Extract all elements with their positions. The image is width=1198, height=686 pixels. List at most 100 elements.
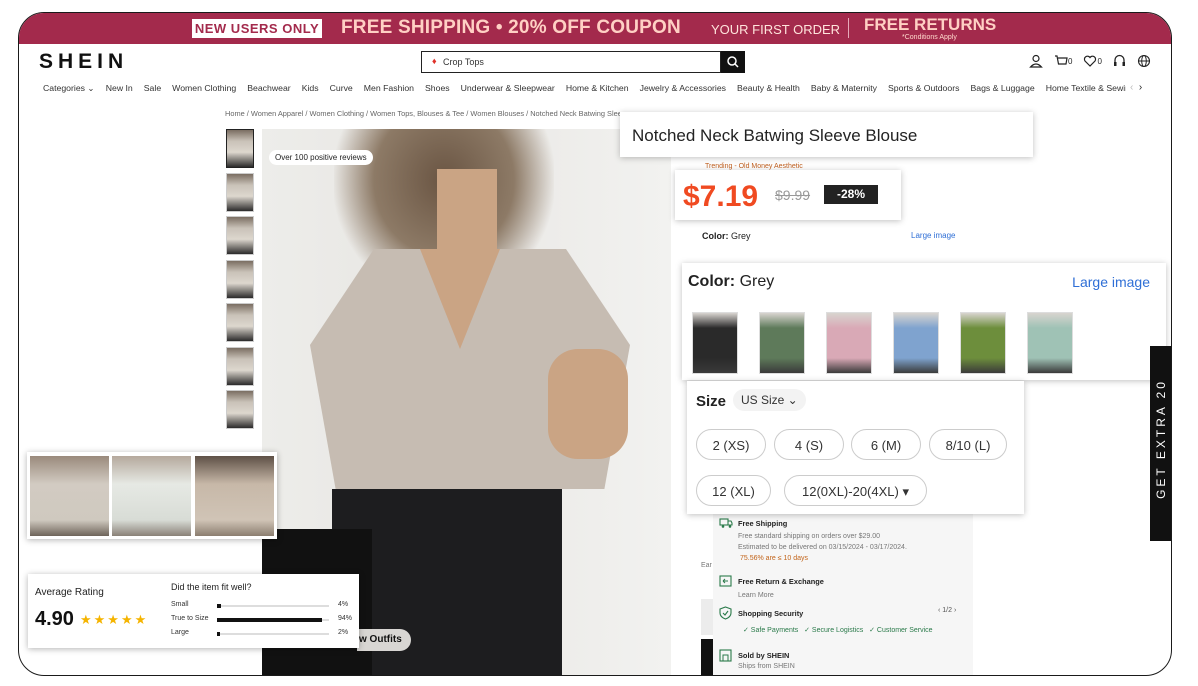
security-title[interactable]: Shopping Security	[738, 609, 803, 618]
rating-callout: Average Rating 4.90 ★★★★★ Did the item f…	[28, 574, 359, 648]
nav-item[interactable]: Women Clothing	[172, 83, 236, 93]
nav-item[interactable]: New In	[106, 83, 133, 93]
review-photo[interactable]	[112, 456, 191, 536]
search-icon	[727, 56, 739, 68]
promo-main-text: FREE SHIPPING • 20% OFF COUPON	[341, 17, 681, 38]
security-page-count: 1/2	[942, 607, 953, 614]
return-icon	[719, 575, 732, 590]
thumbnail[interactable]	[226, 390, 254, 429]
nav-item[interactable]: Categories ⌄	[43, 83, 95, 94]
nav-item[interactable]: Sports & Outdoors	[888, 83, 959, 93]
fit-label: Small	[171, 601, 189, 608]
shein-logo[interactable]: SHEIN	[39, 50, 128, 74]
nav-item[interactable]: Home Textile & Sewing	[1046, 83, 1135, 93]
header-icons: 0 0	[1029, 52, 1151, 70]
size-option[interactable]: 12 (XL)	[696, 475, 771, 506]
fit-label: Large	[171, 629, 189, 636]
security-pager[interactable]: ‹ 1/2 ›	[938, 607, 956, 614]
model-arm	[548, 349, 628, 459]
product-title: Notched Neck Batwing Sleeve Blouse	[632, 126, 918, 145]
chevron-left-icon[interactable]: ‹	[1130, 82, 1133, 93]
trending-flame-icon: ♦	[432, 56, 437, 66]
cart-icon[interactable]: 0	[1054, 54, 1072, 68]
headset-icon[interactable]	[1113, 54, 1126, 68]
size-option[interactable]: 6 (M)	[851, 429, 921, 460]
search-input[interactable]: ♦ Crop Tops	[421, 51, 721, 73]
promo-banner[interactable]: NEW USERS ONLY FREE SHIPPING • 20% OFF C…	[19, 13, 1171, 44]
fit-row-large: Large 2%	[171, 629, 356, 639]
discount-badge: -28%	[824, 185, 878, 204]
chevron-right-icon[interactable]: ›	[1139, 82, 1142, 93]
average-rating-title: Average Rating	[35, 587, 104, 598]
shield-icon	[719, 606, 732, 623]
nav-item[interactable]: Beauty & Health	[737, 83, 800, 93]
size-option[interactable]: 4 (S)	[774, 429, 844, 460]
nav-item[interactable]: Shoes	[425, 83, 450, 93]
color-label: Color:	[702, 231, 729, 241]
large-image-link[interactable]: Large image	[1072, 274, 1150, 290]
fit-bar	[217, 632, 220, 636]
outfits-button[interactable]: w Outfits	[357, 629, 411, 651]
account-icon[interactable]	[1029, 54, 1043, 68]
extra-offer-tab[interactable]: GET EXTRA 20	[1150, 346, 1171, 541]
review-photo[interactable]	[195, 456, 274, 536]
size-option[interactable]: 8/10 (L)	[929, 429, 1007, 460]
free-returns-text: FREE RETURNS	[864, 15, 997, 34]
size-option[interactable]: 2 (XS)	[696, 429, 766, 460]
price-callout: $7.19 $9.99 -28%	[675, 170, 901, 220]
promo-sub-text: YOUR FIRST ORDER	[711, 22, 841, 37]
nav-arrows[interactable]: ‹ ›	[1126, 82, 1147, 93]
nav-item[interactable]: Curve	[330, 83, 353, 93]
review-photos	[27, 452, 277, 539]
thumbnail[interactable]	[226, 172, 254, 212]
fit-track	[217, 618, 329, 622]
new-users-badge: NEW USERS ONLY	[192, 19, 322, 38]
wishlist-icon[interactable]: 0	[1083, 54, 1102, 68]
browser-frame: NEW USERS ONLY FREE SHIPPING • 20% OFF C…	[18, 12, 1172, 676]
color-callout: Color: Grey Large image	[682, 263, 1166, 380]
fit-bar	[217, 618, 322, 622]
nav-item[interactable]: Baby & Maternity	[811, 83, 877, 93]
positive-reviews-badge: Over 100 positive reviews	[269, 150, 373, 165]
free-shipping-title[interactable]: Free Shipping	[738, 519, 787, 528]
thumbnail[interactable]	[226, 129, 254, 168]
color-swatch[interactable]	[826, 312, 872, 374]
learn-more-link[interactable]: Learn More	[738, 592, 774, 599]
dark-bar	[701, 639, 713, 675]
nav-item[interactable]: Men Fashion	[364, 83, 414, 93]
category-nav: Categories ⌄ New In Sale Women Clothing Beac…	[43, 83, 1143, 97]
thumbnail[interactable]	[226, 303, 254, 342]
globe-icon[interactable]	[1137, 54, 1151, 68]
fit-track	[217, 632, 329, 636]
color-heading: Color: Grey	[688, 273, 774, 291]
color-swatch[interactable]	[960, 312, 1006, 374]
nav-item[interactable]: Jewelry & Accessories	[640, 83, 726, 93]
thumbnail[interactable]	[226, 346, 254, 386]
trending-label[interactable]: Trending - Old Money Aesthetic	[705, 163, 803, 170]
nav-item[interactable]: Kids	[302, 83, 319, 93]
sold-by[interactable]: Sold by SHEIN	[738, 651, 789, 660]
free-return-title[interactable]: Free Return & Exchange	[738, 577, 824, 586]
color-swatch[interactable]	[893, 312, 939, 374]
nav-item[interactable]: Beachwear	[247, 83, 290, 93]
nav-item[interactable]: Bags & Luggage	[970, 83, 1034, 93]
fit-track	[217, 604, 329, 608]
nav-item[interactable]: Sale	[144, 83, 161, 93]
color-swatch[interactable]	[692, 312, 738, 374]
size-unit-select[interactable]: US Size ⌄	[733, 389, 806, 411]
fit-question: Did the item fit well?	[171, 582, 252, 592]
truck-icon	[719, 517, 733, 532]
breadcrumb[interactable]: Home / Women Apparel / Women Clothing / …	[225, 109, 622, 118]
thumbnail[interactable]	[226, 216, 254, 255]
nav-item[interactable]: Underwear & Sleepwear	[461, 83, 555, 93]
search-button[interactable]	[721, 51, 745, 73]
review-photo[interactable]	[30, 456, 109, 536]
thumbnail[interactable]	[226, 259, 254, 299]
size-label: Size	[696, 393, 727, 410]
ships-from: Ships from SHEIN	[738, 663, 795, 670]
size-option[interactable]: 12(0XL)-20(4XL) ▾	[784, 475, 927, 506]
color-swatch[interactable]	[759, 312, 805, 374]
nav-item[interactable]: Home & Kitchen	[566, 83, 629, 93]
color-swatch[interactable]	[1027, 312, 1073, 374]
large-image-link-small[interactable]: Large image	[911, 231, 955, 240]
